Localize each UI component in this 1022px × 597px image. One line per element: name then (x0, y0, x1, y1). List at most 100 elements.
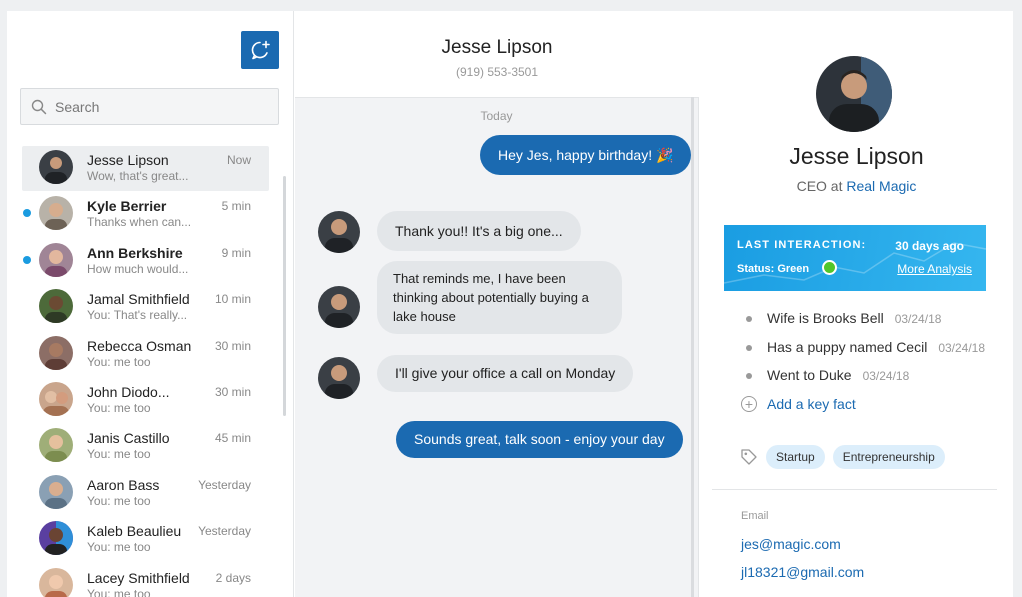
conversation-item[interactable]: John Diodo... You: me too 30 min (7, 376, 293, 422)
conversation-item[interactable]: Jesse Lipson Wow, that's great... Now (7, 144, 293, 191)
profile-avatar (816, 56, 892, 132)
timestamp: 2 days (215, 570, 251, 585)
timestamp: Now (226, 153, 251, 167)
avatar (39, 381, 73, 416)
tag-icon (741, 449, 757, 465)
outgoing-message: Sounds great, talk soon - enjoy your day (396, 421, 683, 458)
day-separator: Today (480, 109, 513, 123)
email-link[interactable]: jl18321@gmail.com (741, 564, 864, 580)
tag-chip[interactable]: Entrepreneurship (832, 445, 945, 469)
chat-header: Jesse Lipson (919) 553-3501 (295, 11, 699, 98)
fact-text: Has a puppy named Cecil (767, 338, 928, 355)
add-circle-icon: + (741, 396, 757, 412)
conversation-sidebar: Jesse Lipson Wow, that's great... Now Ky… (7, 11, 294, 597)
fact-date: 03/24/18 (862, 369, 910, 383)
contact-name: Kyle Berrier (87, 198, 167, 215)
conversation-item[interactable]: Ann Berkshire How much would... 9 min (7, 237, 293, 283)
conversation-item[interactable]: Janis Castillo You: me too 45 min (7, 422, 293, 468)
contact-name: Lacey Smithfield (87, 569, 190, 586)
add-key-fact-button[interactable]: + Add a key fact (741, 396, 856, 412)
incoming-message: I'll give your office a call on Monday (377, 355, 634, 392)
message-text: Hey Jes, happy birthday! 🎉 (498, 146, 674, 163)
fact-date: 03/24/18 (938, 340, 986, 355)
avatar (39, 196, 73, 231)
tag-chip[interactable]: Startup (766, 445, 825, 469)
message-preview: You: me too (87, 447, 151, 462)
sidebar-scrollbar[interactable] (283, 176, 286, 416)
conversation-item[interactable]: Lacey Smithfield You: me too 2 days (7, 562, 293, 597)
interaction-label: LAST INTERACTION: (737, 239, 867, 251)
contact-name: Rebecca Osman (87, 337, 192, 354)
avatar (39, 289, 73, 324)
contact-name: Ann Berkshire (87, 244, 183, 261)
conversation-item[interactable]: Aaron Bass You: me too Yesterday (7, 469, 293, 515)
profile-name: Jesse Lipson (789, 143, 924, 169)
message-preview: You: me too (87, 586, 151, 597)
role-prefix: CEO at (796, 178, 843, 194)
unread-indicator (23, 255, 31, 264)
avatar (39, 521, 73, 556)
app-window: Jesse Lipson Wow, that's great... Now Ky… (7, 11, 1013, 597)
message-text: I'll give your office a call on Monday (395, 365, 616, 381)
avatar (318, 357, 360, 399)
message-preview: You: That's really... (87, 308, 188, 323)
outgoing-message: Hey Jes, happy birthday! 🎉 (480, 135, 692, 175)
timestamp: 10 min (214, 292, 251, 307)
trend-decoration-icon (724, 242, 986, 284)
incoming-message: That reminds me, I have been thinking ab… (377, 261, 622, 334)
contact-name: Kaleb Beaulieu (87, 523, 182, 540)
key-fact: Went to Duke 03/24/18 (744, 367, 985, 396)
contact-name: John Diodo... (87, 383, 170, 400)
key-facts: Wife is Brooks Bell 03/24/18 Has a puppy … (744, 310, 985, 396)
incoming-message: Thank you!! It's a big one... (377, 211, 581, 251)
status-indicator (822, 260, 837, 275)
profile-role: CEO at Real Magic (700, 178, 1013, 194)
email-link[interactable]: jes@magic.com (741, 536, 841, 552)
conversation-item[interactable]: Kyle Berrier Thanks when can... 5 min (7, 190, 293, 236)
conversation-item[interactable]: Jamal Smithfield You: That's really... 1… (7, 283, 293, 329)
chat-phone: (919) 553-3501 (455, 65, 539, 79)
conversation-item[interactable]: Rebecca Osman You: me too 30 min (7, 330, 293, 376)
avatar (39, 567, 73, 597)
conversation-item[interactable]: Kaleb Beaulieu You: me too Yesterday (7, 515, 293, 561)
add-fact-label: Add a key fact (767, 396, 856, 412)
timestamp: 9 min (221, 245, 251, 260)
message-text: Sounds great, talk soon - enjoy your day (414, 431, 665, 447)
contact-profile: Jesse Lipson CEO at Real Magic LAST INTE… (700, 11, 1013, 597)
contact-name: Jesse Lipson (87, 152, 169, 168)
fact-text: Wife is Brooks Bell (767, 310, 884, 326)
search-input[interactable] (55, 98, 255, 115)
timestamp: Yesterday (198, 477, 251, 492)
avatar (318, 211, 360, 253)
message-text: That reminds me, I have been thinking ab… (393, 271, 589, 324)
interaction-value: 30 days ago (895, 239, 964, 253)
chat-scrollbar[interactable] (691, 97, 694, 597)
contact-name: Aaron Bass (87, 476, 160, 493)
search-box[interactable] (20, 88, 279, 125)
new-message-icon (251, 40, 270, 60)
message-preview: How much would... (87, 261, 189, 276)
last-interaction-card: LAST INTERACTION: 30 days ago Status: Gr… (724, 225, 986, 291)
avatar (39, 242, 73, 277)
avatar (39, 150, 73, 184)
timestamp: 5 min (221, 199, 251, 214)
section-divider (712, 489, 997, 490)
avatar (39, 335, 73, 370)
message-preview: You: me too (87, 540, 151, 555)
message-text: Thank you!! It's a big one... (395, 222, 563, 239)
message-preview: You: me too (87, 493, 151, 508)
chat-panel: Jesse Lipson (919) 553-3501 Today Hey Je… (295, 11, 699, 597)
message-preview: You: me too (87, 354, 151, 369)
search-icon (31, 99, 47, 114)
avatar (39, 474, 73, 509)
more-analysis-link[interactable]: More Analysis (897, 262, 972, 276)
message-preview: You: me too (87, 400, 151, 415)
conversation-list: Jesse Lipson Wow, that's great... Now Ky… (7, 144, 293, 597)
fact-text: Went to Duke (767, 367, 852, 383)
compose-button[interactable] (241, 31, 279, 69)
company-link[interactable]: Real Magic (846, 178, 916, 194)
chat-title: Jesse Lipson (441, 37, 553, 58)
timestamp: 30 min (214, 338, 251, 353)
message-preview: Wow, that's great... (87, 169, 189, 183)
email-label: Email (741, 510, 769, 522)
